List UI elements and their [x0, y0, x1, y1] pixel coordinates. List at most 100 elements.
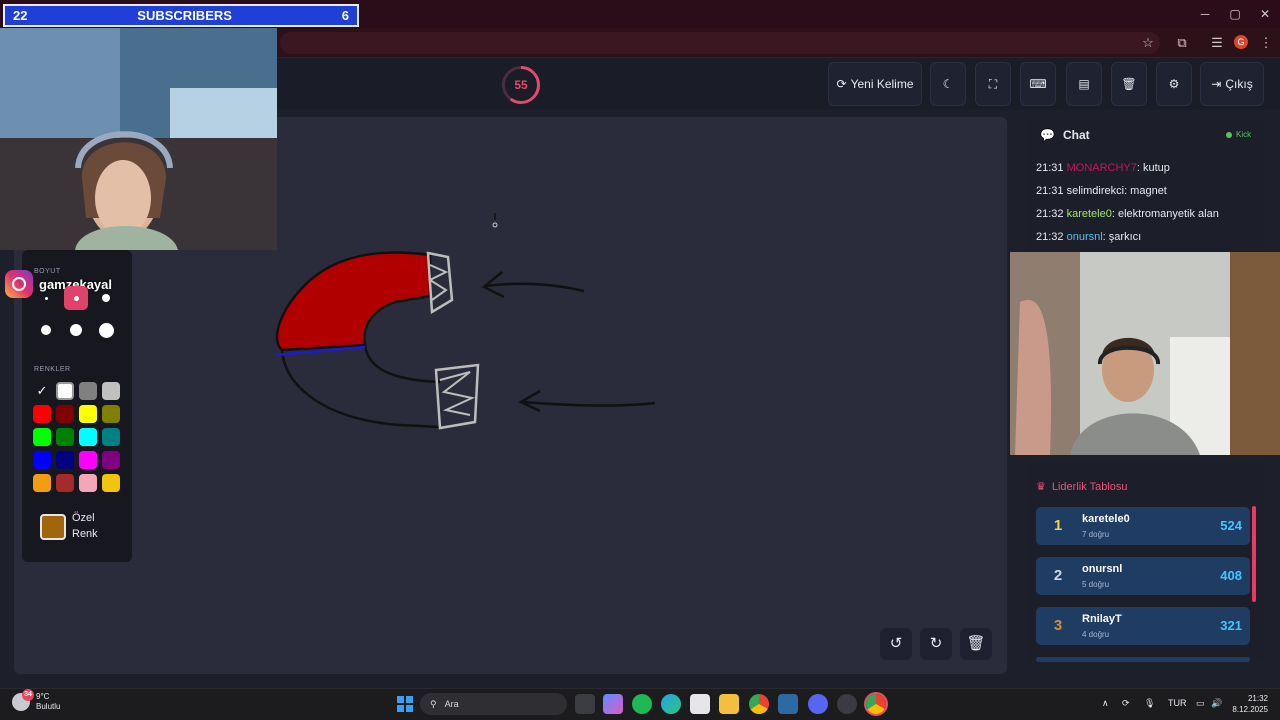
color-swatch[interactable] — [33, 451, 51, 469]
search-icon: ⚲ — [430, 698, 437, 709]
brush-size-5[interactable] — [64, 318, 88, 342]
profile-avatar[interactable]: G — [1234, 35, 1248, 49]
network-icon[interactable]: ▭ — [1196, 698, 1205, 709]
minimize-button[interactable]: ─ — [1190, 4, 1220, 24]
maximize-button[interactable]: ▢ — [1220, 4, 1250, 24]
reading-list-icon[interactable]: ☰ — [1207, 33, 1227, 53]
close-button[interactable]: ✕ — [1250, 4, 1280, 24]
color-swatch[interactable] — [56, 382, 74, 400]
keyboard-button[interactable]: ⌨ — [1020, 62, 1056, 106]
settings-button[interactable]: ⚙ — [1156, 62, 1192, 106]
redo-button[interactable]: ↻ — [920, 628, 952, 660]
volume-icon[interactable]: 🔊 — [1211, 698, 1222, 709]
language-indicator[interactable]: TUR — [1168, 698, 1187, 708]
color-swatch[interactable] — [79, 451, 97, 469]
task-view-icon[interactable] — [575, 694, 595, 714]
search-placeholder: Ara — [444, 699, 459, 709]
trash-icon: 🗑 — [966, 635, 986, 652]
undo-button[interactable]: ↺ — [880, 628, 912, 660]
redo-icon: ↻ — [929, 635, 943, 652]
chat-time: 21:31 — [1036, 162, 1064, 174]
spotify-icon[interactable] — [632, 694, 652, 714]
exit-button[interactable]: ⇥ Çıkış — [1200, 62, 1264, 106]
leaderboard-rank: 2 — [1053, 567, 1063, 584]
bookmark-star-icon[interactable]: ☆ — [1138, 33, 1158, 53]
archive-button[interactable]: ▤ — [1066, 62, 1102, 106]
leaderboard-name: karetele0 — [1082, 513, 1130, 525]
color-swatch[interactable] — [56, 451, 74, 469]
color-swatch[interactable] — [79, 382, 97, 400]
color-swatch[interactable] — [102, 405, 120, 423]
weather-temp: 9°C — [36, 692, 50, 701]
clear-canvas-button[interactable]: 🗑 — [960, 628, 992, 660]
discord-icon[interactable] — [808, 694, 828, 714]
store-icon[interactable] — [690, 694, 710, 714]
color-swatch[interactable] — [102, 382, 120, 400]
obs-icon[interactable] — [837, 694, 857, 714]
brush-size-4[interactable] — [34, 318, 58, 342]
color-swatch[interactable] — [56, 405, 74, 423]
color-swatch[interactable] — [56, 474, 74, 492]
extensions-icon[interactable]: ⧉ — [1172, 33, 1192, 53]
keyboard-icon: ⌨ — [1029, 77, 1047, 91]
delete-button[interactable]: 🗑 — [1111, 62, 1147, 106]
leaderboard-scrollbar[interactable] — [1252, 506, 1256, 602]
weather-widget[interactable]: 34 9°C Bulutlu — [12, 689, 60, 712]
more-menu-icon[interactable]: ⋮ — [1256, 33, 1276, 53]
chat-username[interactable]: MONARCHY7 — [1067, 162, 1137, 174]
leaderboard-correct-count: 5 doğru — [1082, 580, 1110, 589]
subscriber-count-left: 22 — [13, 8, 28, 23]
copilot-icon[interactable] — [603, 694, 623, 714]
microphone-icon[interactable]: 🎙 — [1144, 698, 1155, 709]
color-swatch[interactable] — [79, 405, 97, 423]
brush-size-1[interactable] — [34, 286, 58, 310]
url-field[interactable] — [280, 32, 1160, 54]
dark-mode-button[interactable]: ☾ — [930, 62, 966, 106]
chat-text: : kutup — [1136, 162, 1170, 174]
fullscreen-button[interactable]: ⛶ — [975, 62, 1011, 106]
refresh-icon: ⟳ — [836, 77, 847, 91]
custom-color-swatch[interactable] — [40, 514, 66, 540]
color-swatch[interactable] — [33, 474, 51, 492]
chat-username[interactable]: karetele0 — [1067, 208, 1112, 220]
color-swatch[interactable] — [102, 474, 120, 492]
color-swatch[interactable] — [79, 474, 97, 492]
system-clock[interactable]: 21:32 8.12.2025 — [1226, 693, 1268, 715]
subscriber-count-right: 6 — [341, 8, 349, 23]
color-swatch[interactable] — [56, 428, 74, 446]
color-swatch[interactable] — [79, 428, 97, 446]
guest-webcam-image — [1010, 252, 1280, 455]
app-icon[interactable] — [778, 694, 798, 714]
brush-size-3[interactable] — [94, 286, 118, 310]
start-button[interactable] — [395, 694, 415, 714]
color-swatch[interactable] — [102, 451, 120, 469]
color-swatch[interactable] — [102, 428, 120, 446]
file-explorer-icon[interactable] — [719, 694, 739, 714]
trash-icon: 🗑 — [1121, 77, 1137, 91]
selected-color-swatch[interactable]: ✓ — [33, 382, 51, 400]
kick-status: Kick — [1226, 130, 1251, 139]
chat-text: : elektromanyetik alan — [1111, 208, 1219, 220]
chat-time: 21:32 — [1036, 231, 1064, 243]
sync-icon[interactable]: ⟳ — [1122, 698, 1130, 709]
leaderboard-row: 3 RnilayT 4 doğru 321 — [1036, 607, 1250, 645]
exit-icon: ⇥ — [1211, 77, 1222, 91]
color-swatch[interactable] — [33, 405, 51, 423]
brush-size-2[interactable] — [64, 286, 88, 310]
chat-message: 21:31 MONARCHY7: kutup — [1036, 162, 1170, 174]
leaderboard-title: Liderlik Tablosu — [1051, 480, 1128, 493]
new-word-button[interactable]: ⟳ Yeni Kelime — [828, 62, 922, 106]
tray-chevron-icon[interactable]: ∧ — [1102, 698, 1109, 709]
exit-label: Çıkış — [1225, 77, 1253, 91]
edge-icon[interactable] — [661, 694, 681, 714]
color-swatch[interactable] — [33, 428, 51, 446]
chrome-profile-icon[interactable] — [866, 694, 886, 714]
chrome-icon[interactable] — [749, 694, 769, 714]
brush-size-6[interactable] — [94, 318, 118, 342]
taskbar-search[interactable]: ⚲ Ara — [420, 693, 567, 715]
clock-time: 21:32 — [1247, 694, 1268, 703]
leaderboard-name: RnilayT — [1082, 613, 1122, 625]
chat-username[interactable]: selimdirekci — [1067, 185, 1124, 197]
colors-section-label: RENKLER — [34, 366, 71, 373]
chat-username[interactable]: onursnl — [1067, 231, 1103, 243]
